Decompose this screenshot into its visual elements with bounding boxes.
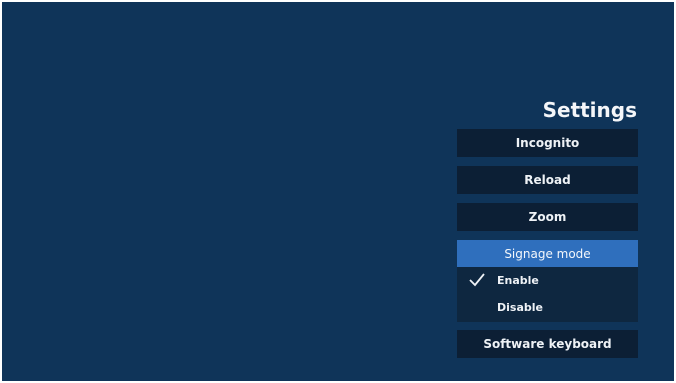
enable-option[interactable]: Enable — [457, 267, 638, 294]
incognito-button[interactable]: Incognito — [457, 129, 638, 157]
signage-mode-button[interactable]: Signage mode — [457, 240, 638, 268]
tv-screen: Settings Incognito Reload Zoom Signage m… — [2, 2, 674, 381]
disable-option[interactable]: Disable — [457, 294, 638, 321]
software-keyboard-button[interactable]: Software keyboard — [457, 330, 638, 358]
checkmark-icon — [469, 273, 485, 287]
enable-label: Enable — [497, 274, 539, 287]
disable-label: Disable — [497, 301, 543, 314]
signage-mode-submenu: Enable Disable — [457, 267, 638, 322]
zoom-button[interactable]: Zoom — [457, 203, 638, 231]
settings-title: Settings — [542, 98, 637, 122]
reload-button[interactable]: Reload — [457, 166, 638, 194]
